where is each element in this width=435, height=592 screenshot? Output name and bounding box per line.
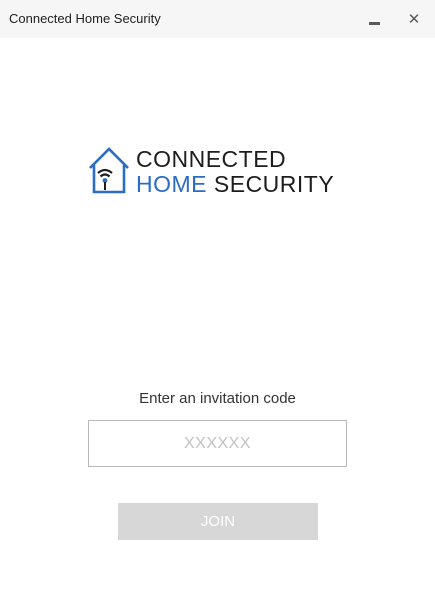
invitation-code-input[interactable] [88,420,347,467]
minimize-icon [368,21,380,25]
invitation-prompt: Enter an invitation code [139,390,296,407]
close-button[interactable]: ✕ [401,6,427,32]
close-icon: ✕ [407,11,421,28]
logo-text-connected: CONNECTED [136,146,287,172]
logo-text-home: HOME [136,171,207,197]
app-window: Connected Home Security ✕ CONNECTED HOME… [0,0,435,592]
title-bar[interactable]: Connected Home Security ✕ [0,0,435,38]
logo-text-security: SECURITY [213,171,335,197]
logo-text-home-security: HOME SECURITY [136,171,334,197]
minimize-button[interactable] [361,6,387,32]
house-wifi-icon [89,147,129,194]
join-button[interactable]: JOIN [118,503,318,540]
window-title: Connected Home Security [9,11,161,26]
brand-logo: CONNECTED HOME SECURITY [88,146,350,198]
